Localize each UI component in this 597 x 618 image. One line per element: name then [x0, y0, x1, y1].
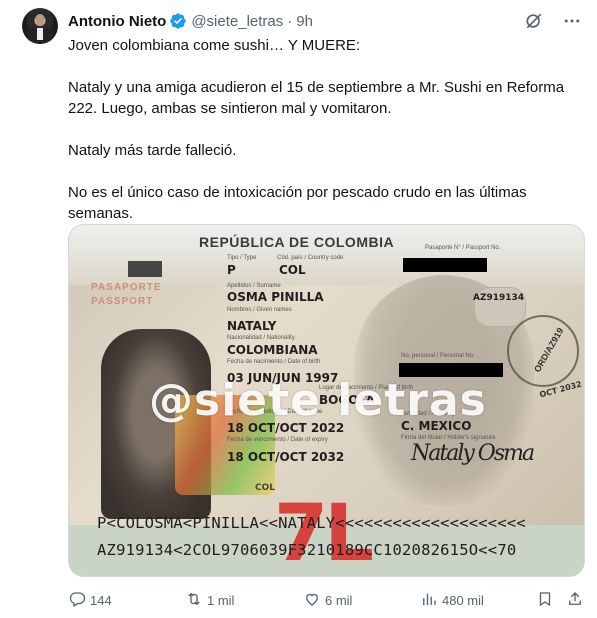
- value-passport-no-small: AZ919134: [473, 293, 525, 303]
- value-type: P: [227, 263, 236, 277]
- label-dob: Fecha de nacimiento / Date of birth: [227, 359, 321, 365]
- author-handle[interactable]: @siete_letras: [191, 13, 283, 30]
- passport-label-en: PASSPORT: [91, 296, 154, 307]
- label-type: Tipo / Type: [227, 255, 257, 261]
- avatar-shirt: [37, 28, 43, 40]
- retweet-icon: [185, 590, 203, 611]
- tweet-line-body: Nataly y una amiga acudieron el 15 de se…: [68, 79, 565, 117]
- avatar[interactable]: [22, 8, 58, 44]
- like-button[interactable]: 6 mil: [303, 590, 352, 610]
- label-country-code: Cód. país / Country code: [277, 255, 344, 261]
- tweet-line-headline: Joven colombiana come sushi… Y MUERE:: [68, 37, 361, 54]
- tweet-actions: 144 1 mil 6 mil 480 mil: [68, 590, 588, 610]
- passport-label-es: PASAPORTE: [91, 282, 162, 293]
- header-actions: [523, 10, 583, 32]
- bookmark-button[interactable]: [536, 590, 554, 610]
- value-country-code: COL: [279, 263, 306, 277]
- bookmark-icon: [536, 590, 554, 611]
- grok-icon[interactable]: [523, 10, 545, 32]
- separator-dot: ·: [287, 12, 293, 30]
- tweet-media-passport-image[interactable]: REPÚBLICA DE COLOMBIA PASAPORTE PASSPORT…: [68, 224, 585, 577]
- tweet-card[interactable]: Antonio Nieto @siete_letras · 9h Joven c…: [0, 0, 597, 618]
- value-expiry-date: 18 OCT/OCT 2032: [227, 450, 345, 464]
- views-button[interactable]: 480 mil: [420, 590, 484, 610]
- more-icon[interactable]: [561, 10, 583, 32]
- share-icon: [566, 590, 584, 611]
- mrz-line-2: AZ919134<2COL9706039F3210189CC102082615O…: [97, 541, 517, 559]
- logo-7l: 7L: [274, 489, 374, 577]
- redaction-passport-no: [403, 258, 487, 272]
- avatar-face: [35, 14, 45, 26]
- label-expiry-date: Fecha de vencimiento / Date of expiry: [227, 437, 328, 443]
- tweet-header: Antonio Nieto @siete_letras · 9h: [68, 11, 313, 31]
- label-given-names: Nombres / Given names: [227, 307, 292, 313]
- hologram-text: COL: [255, 483, 275, 493]
- label-nationality: Nacionalidad / Nationality: [227, 335, 295, 341]
- holder-signature: Nataly Osma: [411, 441, 535, 466]
- tweet-time[interactable]: 9h: [296, 13, 313, 30]
- watermark: @siete letras: [149, 375, 487, 426]
- reply-button[interactable]: 144: [68, 590, 112, 610]
- share-button[interactable]: [566, 590, 584, 610]
- verified-badge-icon[interactable]: [169, 12, 187, 30]
- mrz-line-1: P<COLOSMA<PINILLA<<NATALY<<<<<<<<<<<<<<<…: [97, 514, 526, 532]
- label-passport-no: Pasaporte N° / Passport No.: [425, 245, 501, 251]
- tweet-line-context: No es el único caso de intoxicación por …: [68, 184, 527, 222]
- retweet-button[interactable]: 1 mil: [185, 590, 234, 610]
- author-name[interactable]: Antonio Nieto: [68, 13, 166, 30]
- retweet-count: 1 mil: [207, 592, 235, 608]
- like-count: 6 mil: [325, 592, 353, 608]
- passport-flag: [128, 261, 162, 277]
- reply-icon: [68, 590, 86, 611]
- label-personal-no: No. personal / Personal No.: [401, 353, 475, 359]
- label-surname: Apellidos / Surname: [227, 283, 281, 289]
- tweet-line-death: Nataly más tarde falleció.: [68, 142, 237, 159]
- passport-heading: REPÚBLICA DE COLOMBIA: [199, 234, 395, 250]
- like-icon: [303, 590, 321, 611]
- value-given-names: NATALY: [227, 319, 277, 333]
- reply-count: 144: [90, 592, 112, 608]
- views-count: 480 mil: [442, 592, 484, 608]
- views-icon: [420, 590, 438, 611]
- tweet-text: Joven colombiana come sushi… Y MUERE: Na…: [68, 35, 573, 224]
- value-nationality: COLOMBIANA: [227, 343, 318, 357]
- value-surname: OSMA PINILLA: [227, 290, 324, 304]
